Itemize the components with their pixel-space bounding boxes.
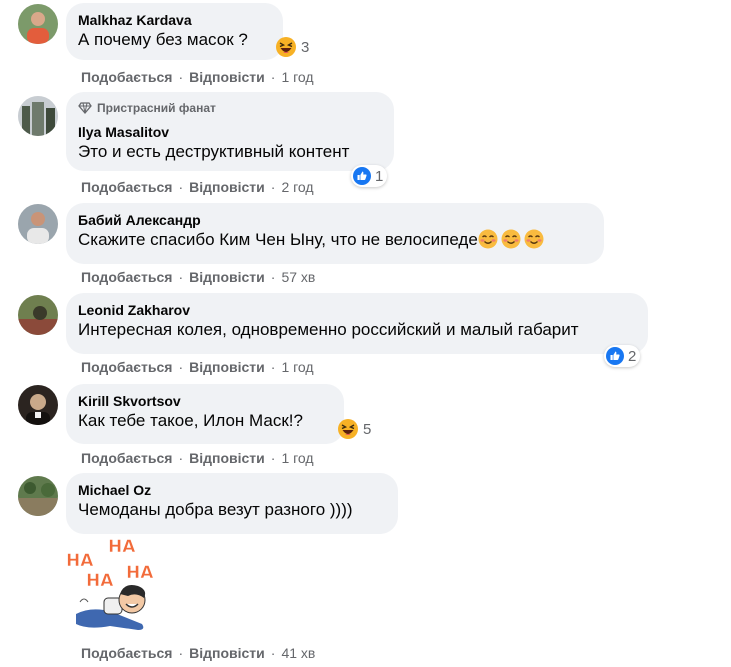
separator: ·: [270, 450, 276, 466]
timestamp[interactable]: 1 год: [281, 358, 313, 376]
comment-actions: Подобається · Відповісти · 1 год: [81, 68, 314, 86]
comment-actions: Подобається · Відповісти · 1 год: [81, 449, 314, 467]
blush-emoji-icon: [524, 229, 544, 249]
comment-actions: Подобається · Відповісти · 2 год: [81, 178, 314, 196]
like-button[interactable]: Подобається: [81, 449, 172, 467]
comment-bubble: Пристрасний фанат Ilya Masalitov Это и е…: [66, 92, 394, 171]
comment-bubble: Malkhaz Kardava А почему без масок ?: [66, 3, 283, 60]
comment-author[interactable]: Leonid Zakharov: [78, 301, 636, 319]
reaction-count[interactable]: 1: [351, 165, 388, 187]
diamond-icon: [78, 102, 92, 114]
like-icon: [353, 167, 371, 185]
separator: ·: [178, 269, 184, 285]
sticker-word: HA: [108, 537, 136, 557]
like-button[interactable]: Подобається: [81, 68, 172, 86]
separator: ·: [178, 179, 184, 195]
timestamp[interactable]: 1 год: [281, 68, 313, 86]
timestamp[interactable]: 1 год: [281, 449, 313, 467]
like-button[interactable]: Подобається: [81, 178, 172, 196]
comment-bubble: Бабий Александр Скажите спасибо Ким Чен …: [66, 203, 604, 264]
reaction-count[interactable]: 2: [604, 345, 641, 367]
top-fan-badge: Пристрасний фанат: [78, 100, 382, 116]
like-icon: [606, 347, 624, 365]
comment-text: Это и есть деструктивный контент: [78, 142, 350, 161]
reply-button[interactable]: Відповісти: [189, 358, 265, 376]
comment-bubble: Michael Oz Чемоданы добра везут разного …: [66, 473, 398, 534]
haha-icon: [338, 419, 358, 439]
separator: ·: [270, 179, 276, 195]
comment-bubble: Leonid Zakharov Интересная колея, одновр…: [66, 293, 648, 354]
avatar-malkhaz-kardava[interactable]: [18, 4, 58, 44]
haha-icon: [276, 37, 296, 57]
sticker-word: HA: [66, 551, 94, 571]
sticker-word: HA: [86, 571, 114, 591]
reaction-count[interactable]: 5: [335, 418, 375, 440]
comment-text: Как тебе такое, Илон Маск!?: [78, 411, 303, 430]
like-button[interactable]: Подобається: [81, 644, 172, 662]
comment-text: А почему без масок ?: [78, 30, 248, 49]
comment-actions: Подобається · Відповісти · 41 хв: [81, 644, 315, 662]
comment-actions: Подобається · Відповісти · 57 хв: [81, 268, 315, 286]
avatar-ilya-masalitov[interactable]: [18, 96, 58, 136]
like-button[interactable]: Подобається: [81, 268, 172, 286]
reply-button[interactable]: Відповісти: [189, 178, 265, 196]
separator: ·: [270, 269, 276, 285]
timestamp[interactable]: 57 хв: [281, 268, 315, 286]
avatar-michael-oz[interactable]: [18, 476, 58, 516]
comment-text: Интересная колея, одновременно российски…: [78, 320, 579, 339]
timestamp[interactable]: 2 год: [281, 178, 313, 196]
comment-author[interactable]: Ilya Masalitov: [78, 123, 382, 141]
separator: ·: [178, 359, 184, 375]
comment-text: Скажите спасибо Ким Чен Ыну, что не вело…: [78, 229, 592, 251]
haha-sticker[interactable]: HA HA HA HA: [62, 536, 162, 636]
separator: ·: [270, 359, 276, 375]
avatar-babiy-aleksandr[interactable]: [18, 204, 58, 244]
reply-button[interactable]: Відповісти: [189, 68, 265, 86]
comment-author[interactable]: Бабий Александр: [78, 211, 592, 229]
comment-bubble: Kirill Skvortsov Как тебе такое, Илон Ма…: [66, 384, 344, 444]
reply-button[interactable]: Відповісти: [189, 268, 265, 286]
reply-button[interactable]: Відповісти: [189, 644, 265, 662]
blush-emoji-icon: [478, 229, 498, 249]
separator: ·: [178, 645, 184, 661]
comment-text: Чемоданы добра везут разного )))): [78, 500, 353, 519]
timestamp[interactable]: 41 хв: [281, 644, 315, 662]
sticker-word: HA: [126, 563, 154, 583]
blush-emoji-icon: [501, 229, 521, 249]
reaction-count[interactable]: 3: [273, 36, 313, 58]
comment-author[interactable]: Michael Oz: [78, 481, 386, 499]
separator: ·: [178, 450, 184, 466]
separator: ·: [270, 69, 276, 85]
separator: ·: [270, 645, 276, 661]
comment-actions: Подобається · Відповісти · 1 год: [81, 358, 314, 376]
comment-author[interactable]: Malkhaz Kardava: [78, 11, 271, 29]
reply-button[interactable]: Відповісти: [189, 449, 265, 467]
avatar-leonid-zakharov[interactable]: [18, 295, 58, 335]
comment-author[interactable]: Kirill Skvortsov: [78, 392, 332, 410]
separator: ·: [178, 69, 184, 85]
avatar-kirill-skvortsov[interactable]: [18, 385, 58, 425]
like-button[interactable]: Подобається: [81, 358, 172, 376]
